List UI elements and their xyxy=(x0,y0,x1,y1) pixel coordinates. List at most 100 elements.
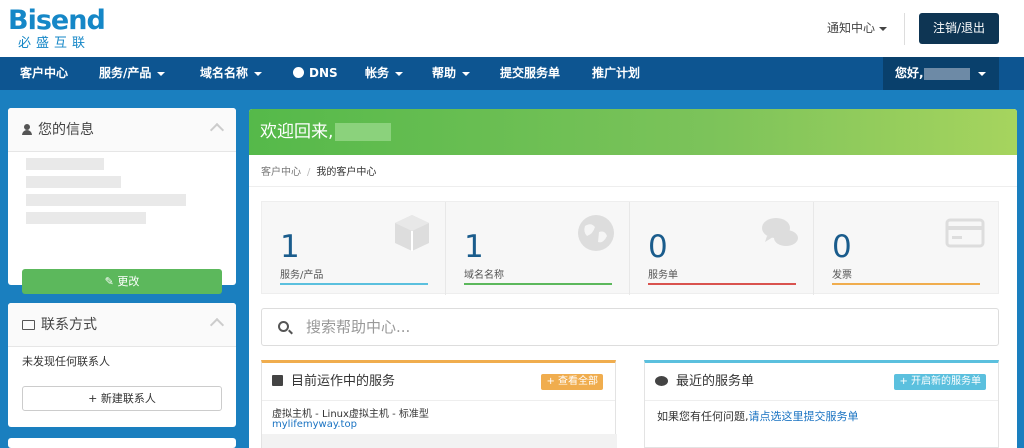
tickets-message: 如果您有任何问题,请点选这里提交服务单 xyxy=(657,408,859,424)
chevron-up-icon[interactable] xyxy=(209,122,225,138)
stat-label: 服务单 xyxy=(648,270,678,281)
comments-icon xyxy=(655,376,668,386)
user-icon xyxy=(22,124,32,135)
redacted-text xyxy=(26,158,104,170)
nav-services[interactable]: 服务/产品 xyxy=(99,57,166,90)
nav-label: 域名名称 xyxy=(200,66,249,80)
search-box xyxy=(261,308,999,346)
no-contacts-text: 未发现任何联系人 xyxy=(22,355,110,368)
stat-value: 0 xyxy=(648,229,668,265)
nav-dns[interactable]: DNS xyxy=(293,57,338,90)
redacted-username xyxy=(923,67,970,80)
nav-label: 提交服务单 xyxy=(500,66,561,80)
card-header: 目前运作中的服务 + 查看全部 xyxy=(262,363,615,401)
stat-tickets[interactable]: 0 服务单 xyxy=(630,202,814,295)
contacts-header[interactable]: 联系方式 xyxy=(8,303,236,347)
nav-support[interactable]: 帮助 xyxy=(432,57,471,90)
redacted-username xyxy=(335,123,392,141)
nav-client-area[interactable]: 客户中心 xyxy=(20,57,68,90)
new-contact-label: 新建联系人 xyxy=(100,392,156,405)
new-contact-button[interactable]: + 新建联系人 xyxy=(22,386,222,411)
redacted-text xyxy=(26,176,121,188)
credit-card-icon xyxy=(945,218,985,248)
user-menu[interactable]: 您好, xyxy=(883,57,999,90)
recent-tickets-card: 最近的服务单 + 开启新的服务单 如果您有任何问题,请点选这里提交服务单 xyxy=(644,360,999,448)
stats-panel: 1 服务/产品 1 域名名称 0 服务单 0 发票 xyxy=(261,201,999,295)
welcome-text: 欢迎回来, xyxy=(260,122,334,142)
your-info-panel: 您的信息 ✎ 更改 xyxy=(8,108,236,294)
nav-label: 服务/产品 xyxy=(99,66,152,80)
caret-down-icon xyxy=(157,71,166,76)
nav-label: DNS xyxy=(309,66,338,80)
stat-label: 发票 xyxy=(832,270,852,281)
folder-icon xyxy=(22,320,35,330)
globe-icon xyxy=(578,215,614,251)
card-title: 目前运作中的服务 xyxy=(291,374,396,389)
globe-icon xyxy=(293,67,304,78)
stat-bar xyxy=(832,283,980,285)
stat-services[interactable]: 1 服务/产品 xyxy=(262,202,446,295)
main-nav: 客户中心 服务/产品 域名名称 DNS 帐务 帮助 提交服务单 推广计划 您好, xyxy=(0,57,1024,90)
comments-icon xyxy=(762,218,798,246)
caret-down-icon xyxy=(879,26,888,31)
nav-domains[interactable]: 域名名称 xyxy=(200,57,263,90)
view-all-button[interactable]: + 查看全部 xyxy=(541,374,603,390)
nav-affiliates[interactable]: 推广计划 xyxy=(592,57,640,90)
logo[interactable]: Bisend 必盛互联 xyxy=(8,6,113,52)
your-info-title: 您的信息 xyxy=(38,122,94,138)
nav-open-ticket[interactable]: 提交服务单 xyxy=(500,57,560,90)
caret-down-icon xyxy=(462,71,471,76)
button-label: 开启新的服务单 xyxy=(911,376,981,387)
caret-down-icon xyxy=(254,71,263,76)
next-panel xyxy=(8,438,236,448)
breadcrumb: 客户中心 / 我的客户中心 xyxy=(261,163,376,178)
logout-button[interactable]: 注销/退出 xyxy=(919,13,999,44)
caret-down-icon xyxy=(977,71,986,76)
header: Bisend 必盛互联 通知中心 注销/退出 xyxy=(0,0,1024,57)
service-domain-link[interactable]: mylifemyway.top xyxy=(272,419,357,430)
edit-info-button[interactable]: ✎ 更改 xyxy=(22,269,222,294)
box-icon xyxy=(395,215,429,251)
nav-billing[interactable]: 帐务 xyxy=(365,57,404,90)
nav-label: 客户中心 xyxy=(20,66,69,80)
welcome-banner: 欢迎回来, xyxy=(249,109,1017,155)
submit-ticket-link[interactable]: 请点选这里提交服务单 xyxy=(749,410,859,423)
stat-bar xyxy=(464,283,612,285)
search-icon xyxy=(278,321,289,332)
breadcrumb-current: 我的客户中心 xyxy=(316,167,377,178)
stat-label: 域名名称 xyxy=(464,270,504,281)
caret-down-icon xyxy=(395,71,404,76)
plus-icon: + xyxy=(88,392,101,405)
divider xyxy=(249,186,1017,187)
stat-bar xyxy=(648,283,796,285)
open-new-ticket-button[interactable]: + 开启新的服务单 xyxy=(894,374,986,390)
stat-invoices[interactable]: 0 发票 xyxy=(814,202,998,295)
breadcrumb-client-area[interactable]: 客户中心 xyxy=(261,167,301,178)
service-description[interactable]: 虚拟主机 - Linux虚拟主机 - 标准型 xyxy=(272,405,429,420)
main-content: 欢迎回来, 客户中心 / 我的客户中心 1 服务/产品 1 域名名称 0 服务单 0… xyxy=(249,109,1017,448)
notification-center-menu[interactable]: 通知中心 xyxy=(827,20,888,36)
stat-bar xyxy=(280,283,428,285)
nav-label: 帮助 xyxy=(432,66,457,80)
search-input[interactable] xyxy=(306,309,986,345)
pencil-icon: ✎ xyxy=(104,275,118,288)
redacted-text xyxy=(26,194,186,206)
chevron-up-icon[interactable] xyxy=(209,317,225,333)
tickets-message-text: 如果您有任何问题, xyxy=(657,410,749,423)
your-info-header[interactable]: 您的信息 xyxy=(8,108,236,152)
stat-domains[interactable]: 1 域名名称 xyxy=(446,202,630,295)
nav-label: 帐务 xyxy=(365,66,390,80)
user-greeting: 您好, xyxy=(895,66,924,80)
header-divider xyxy=(904,13,905,45)
edit-label: 更改 xyxy=(117,275,140,288)
stat-value: 1 xyxy=(280,229,300,265)
breadcrumb-separator: / xyxy=(307,167,311,178)
card-title: 最近的服务单 xyxy=(676,374,755,389)
notification-center-label: 通知中心 xyxy=(827,21,876,35)
logo-subtitle: 必盛互联 xyxy=(18,36,91,51)
contacts-panel: 联系方式 未发现任何联系人 + 新建联系人 xyxy=(8,303,236,427)
stat-label: 服务/产品 xyxy=(280,270,324,281)
button-label: 查看全部 xyxy=(558,376,598,387)
list-row-bg xyxy=(262,434,617,448)
stat-value: 0 xyxy=(832,229,852,265)
